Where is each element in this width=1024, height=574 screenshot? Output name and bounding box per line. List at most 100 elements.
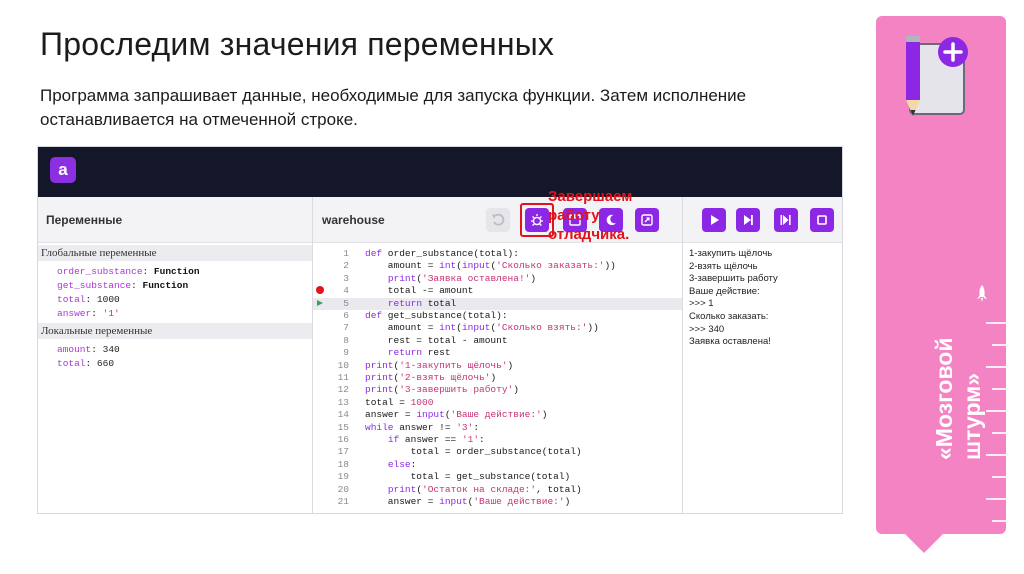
code-line[interactable]: 16 if answer == '1': — [313, 434, 682, 446]
slide-title: Проследим значения переменных — [40, 26, 555, 62]
code-text: print('Заявка оставлена!') — [387, 272, 537, 284]
toolbar: Переменные warehouse — [38, 197, 842, 243]
code-text: if answer == '1': — [387, 434, 485, 445]
line-number[interactable]: 2 — [313, 260, 349, 272]
global-var-row: answer: '1' — [57, 308, 120, 319]
code-line[interactable]: 7 amount = int(input('Сколько взять:')) — [313, 322, 682, 334]
code-text: answer = input('Ваше действие:') — [365, 496, 571, 507]
line-number[interactable]: 18 — [313, 459, 349, 471]
code-line[interactable]: 5 return total — [313, 297, 682, 310]
global-vars-header: Глобальные переменные — [38, 245, 312, 261]
code-text: print('3-завершить работу') — [365, 384, 519, 396]
debug-button[interactable] — [525, 208, 549, 232]
code-line[interactable]: 18 else: — [313, 459, 682, 471]
code-line[interactable]: 6 def get_substance(total): — [313, 310, 682, 322]
line-number[interactable]: 17 — [313, 446, 349, 458]
line-number[interactable]: 20 — [313, 484, 349, 496]
code-line[interactable]: 2 amount = int(input('Сколько заказать:'… — [313, 260, 682, 272]
code-line[interactable]: 11 print('2-взять щёлочь') — [313, 372, 682, 384]
code-editor[interactable]: 1 def order_substance(total): 2 amount = i… — [313, 243, 682, 513]
brainstorm-label: «Мозговой штурм» — [931, 337, 985, 460]
line-number[interactable]: 21 — [313, 496, 349, 508]
variables-panel-title: Переменные — [46, 213, 123, 227]
code-text: amount = int(input('Сколько заказать:')) — [365, 260, 616, 272]
global-var-row: get_substance: Function — [57, 280, 189, 291]
code-line[interactable]: 19 total = get_substance(total) — [313, 471, 682, 483]
ruler-tick — [992, 520, 1006, 522]
line-number[interactable]: 15 — [313, 422, 349, 434]
debugger-app-window: a Переменные warehouse Глобальные переме… — [37, 146, 843, 514]
line-number[interactable]: 9 — [313, 347, 349, 359]
code-text: total = order_substance(total) — [365, 446, 582, 458]
global-var-row: total: 1000 — [57, 294, 120, 305]
variables-panel: Глобальные переменные order_substance: F… — [38, 243, 312, 513]
console-output: 1-закупить щёлочь 2-взять щёлочь 3-заверши… — [683, 243, 842, 513]
step-button[interactable] — [736, 208, 760, 232]
code-text: return rest — [387, 347, 451, 359]
code-text: else: — [387, 458, 417, 470]
code-line[interactable]: 12 print('3-завершить работу') — [313, 384, 682, 396]
line-number[interactable]: 1 — [313, 248, 349, 260]
app-logo[interactable]: a — [50, 157, 76, 183]
line-number[interactable]: 13 — [313, 397, 349, 409]
line-number[interactable]: 16 — [313, 434, 349, 446]
annotation-text: Завершаем работу отладчика. — [548, 188, 633, 243]
console-line: Ваше действие: — [689, 285, 760, 297]
stop-button[interactable] — [810, 208, 834, 232]
local-vars-header: Локальные переменные — [38, 323, 312, 339]
console-line: Заявка оставлена! — [689, 336, 771, 348]
sidebar-notch — [904, 533, 944, 553]
line-number[interactable]: 11 — [313, 372, 349, 384]
code-line[interactable]: 17 total = order_substance(total) — [313, 446, 682, 458]
code-text: total -= amount — [365, 285, 474, 297]
line-number[interactable]: 12 — [313, 384, 349, 396]
code-line[interactable]: 9 return rest — [313, 347, 682, 359]
code-text: while answer != '3': — [365, 421, 480, 433]
code-text: def order_substance(total): — [365, 248, 519, 259]
line-number[interactable]: 10 — [313, 360, 349, 372]
run-button[interactable] — [702, 208, 726, 232]
code-text: print('1-закупить щёлочь') — [365, 359, 514, 371]
code-text: def get_substance(total): — [365, 310, 508, 321]
code-line[interactable]: 14 answer = input('Ваше действие:') — [313, 409, 682, 421]
bug-icon — [531, 214, 543, 226]
local-var-row: total: 660 — [57, 358, 115, 369]
undo-button[interactable] — [486, 208, 510, 232]
code-line[interactable]: 1 def order_substance(total): — [313, 248, 682, 260]
skip-to-end-button[interactable] — [774, 208, 798, 232]
app-topbar: a — [38, 147, 842, 197]
code-text: total = get_substance(total) — [365, 471, 571, 483]
notebook-pencil-plus-icon — [906, 36, 968, 116]
code-line[interactable]: 4 total -= amount — [313, 285, 682, 297]
console-line: >>> 340 — [689, 323, 725, 335]
code-text: rest = total - amount — [365, 334, 508, 346]
undo-icon — [492, 213, 505, 226]
code-line[interactable]: 8 rest = total - amount — [313, 335, 682, 347]
code-line[interactable]: 15 while answer != '3': — [313, 422, 682, 434]
line-number[interactable]: 3 — [313, 273, 349, 285]
code-text: print('2-взять щёлочь') — [365, 372, 497, 383]
console-line: 3-завершить работу — [689, 273, 778, 285]
console-line: 2-взять щёлочь — [689, 260, 758, 272]
console-line: 1-закупить щёлочь — [689, 248, 773, 259]
code-line[interactable]: 20 print('Остаток на складе:', total) — [313, 484, 682, 496]
code-line[interactable]: 13 total = 1000 — [313, 397, 682, 409]
ruler-tick — [986, 498, 1006, 500]
step-forward-icon — [744, 215, 753, 225]
line-number[interactable]: 6 — [313, 310, 349, 322]
line-number[interactable]: 14 — [313, 409, 349, 421]
play-icon — [711, 215, 719, 225]
code-text: answer = input('Ваше действие:') — [365, 409, 548, 421]
code-line[interactable]: 21 answer = input('Ваше действие:') — [313, 496, 682, 508]
line-number[interactable]: 7 — [313, 322, 349, 334]
code-text: amount = int(input('Сколько взять:')) — [365, 322, 599, 334]
stop-icon — [817, 215, 827, 225]
code-line[interactable]: 10 print('1-закупить щёлочь') — [313, 360, 682, 372]
line-number[interactable]: 19 — [313, 471, 349, 483]
line-number[interactable]: 8 — [313, 335, 349, 347]
code-line[interactable]: 3 print('Заявка оставлена!') — [313, 273, 682, 285]
local-var-row: amount: 340 — [57, 344, 120, 355]
global-var-row: order_substance: Function — [57, 266, 200, 277]
ruler-tick — [992, 476, 1006, 478]
slide-subtitle: Программа запрашивает данные, необходимы… — [40, 86, 747, 129]
